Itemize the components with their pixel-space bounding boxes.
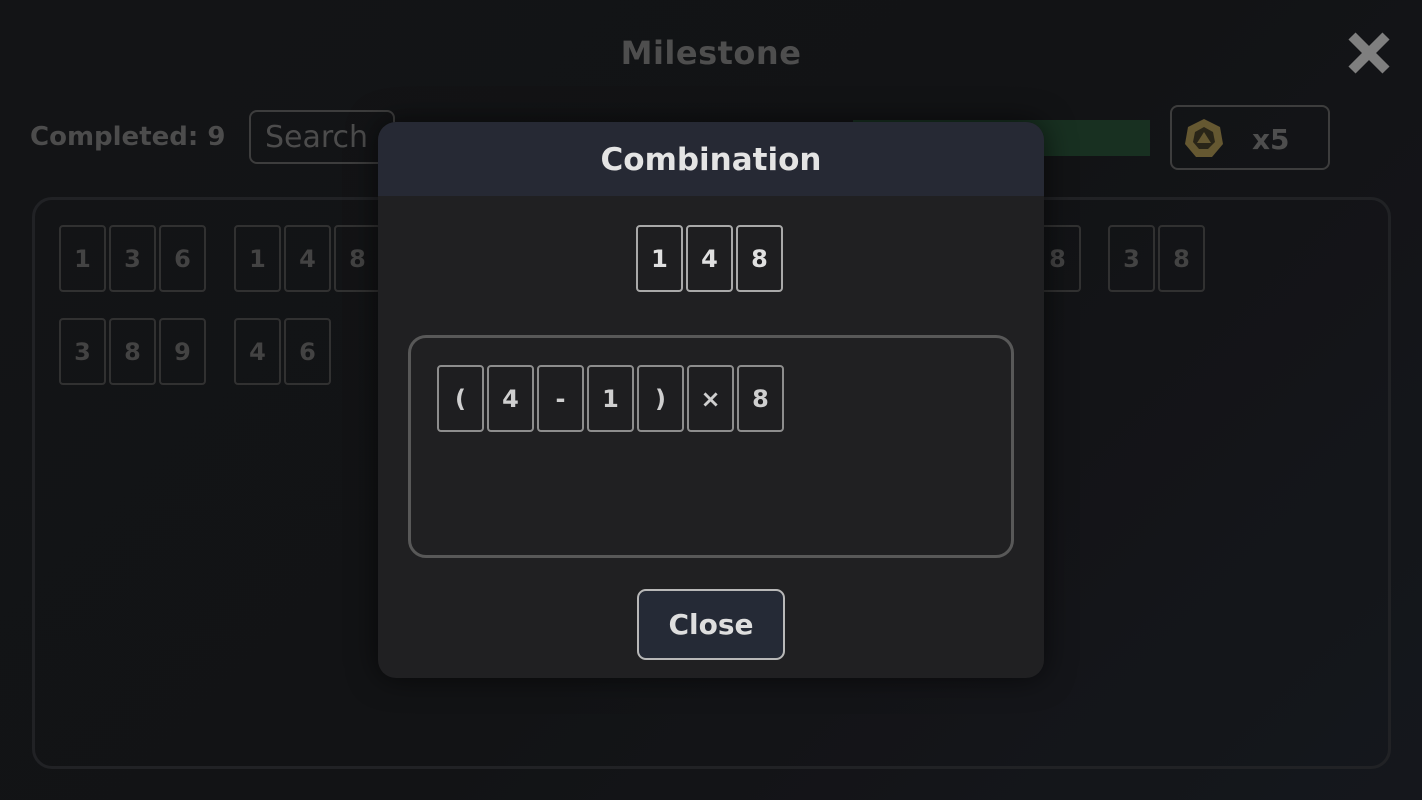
number-token: 1 [587,365,634,432]
combination-modal: Combination 1 4 8 ( 4 - 1 ) × 8 Close [378,122,1044,678]
number-card: 8 [736,225,783,292]
modal-number-set: 1 4 8 [636,225,783,292]
expression-box: ( 4 - 1 ) × 8 [408,335,1014,558]
modal-title: Combination [378,122,1044,196]
expression-tokens: ( 4 - 1 ) × 8 [437,365,784,432]
number-token: 4 [487,365,534,432]
open-paren-token: ( [437,365,484,432]
minus-token: - [537,365,584,432]
multiply-token: × [687,365,734,432]
close-paren-token: ) [637,365,684,432]
close-button[interactable]: Close [637,589,785,660]
number-card: 1 [636,225,683,292]
number-token: 8 [737,365,784,432]
number-card: 4 [686,225,733,292]
